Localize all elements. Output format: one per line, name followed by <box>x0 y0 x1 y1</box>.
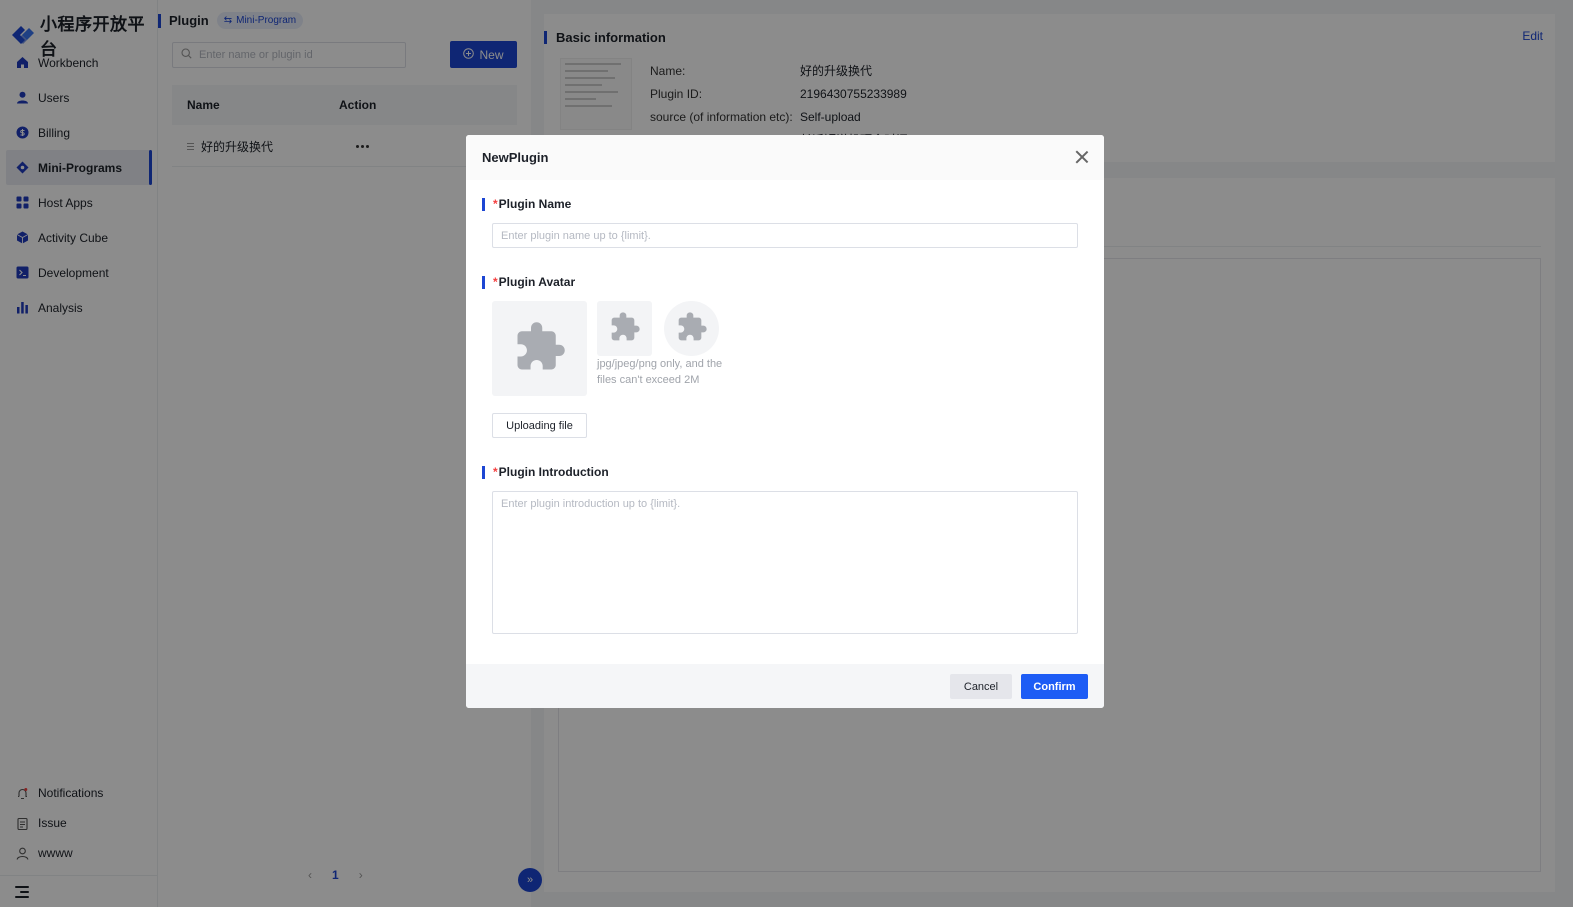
puzzle-piece-icon <box>513 320 567 377</box>
required-mark: * <box>493 465 498 479</box>
dialog-header: NewPlugin <box>466 135 1104 180</box>
dialog-title: NewPlugin <box>482 150 549 165</box>
label-accent-bar <box>482 197 485 211</box>
upload-file-button[interactable]: Uploading file <box>492 413 587 438</box>
dialog-footer: Cancel Confirm <box>466 664 1104 708</box>
required-mark: * <box>493 275 498 289</box>
label-accent-bar <box>482 275 485 289</box>
avatar-preview-large[interactable] <box>492 301 587 396</box>
plugin-intro-textarea[interactable] <box>492 491 1078 634</box>
close-icon[interactable] <box>1075 150 1088 163</box>
puzzle-piece-icon <box>676 311 708 346</box>
label-accent-bar <box>482 465 485 479</box>
plugin-intro-label-text: Plugin Introduction <box>498 465 609 479</box>
new-plugin-dialog: NewPlugin * Plugin Name * Plugin Avatar … <box>466 135 1104 708</box>
plugin-avatar-label: * Plugin Avatar <box>482 275 575 289</box>
required-mark: * <box>493 197 498 211</box>
plugin-name-label: * Plugin Name <box>482 197 571 211</box>
avatar-hint: jpg/jpeg/png only, and the files can't e… <box>597 358 723 386</box>
cancel-button[interactable]: Cancel <box>950 674 1012 699</box>
avatar-preview-square <box>597 301 652 356</box>
avatar-preview-circle <box>664 301 719 356</box>
plugin-name-label-text: Plugin Name <box>498 197 572 211</box>
puzzle-piece-icon <box>609 311 641 346</box>
plugin-intro-label: * Plugin Introduction <box>482 465 609 479</box>
confirm-button[interactable]: Confirm <box>1021 674 1088 699</box>
plugin-name-input[interactable] <box>492 223 1078 248</box>
plugin-avatar-label-text: Plugin Avatar <box>498 275 576 289</box>
